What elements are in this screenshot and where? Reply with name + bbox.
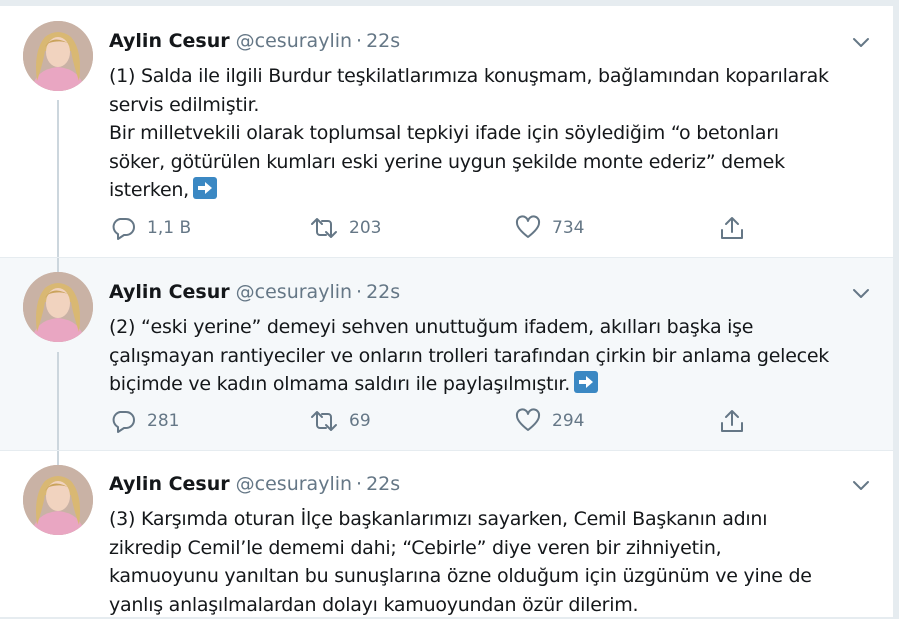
separator-dot: · [356,281,363,303]
tweet-text: (3) Karşımda oturan İlçe başkanlarımızı … [109,505,879,619]
like-count: 734 [552,218,585,238]
chevron-down-icon[interactable] [850,31,872,53]
tweet-text-line: (3) Karşımda oturan İlçe başkanlarımızı … [109,508,768,530]
reply-count: 281 [147,411,180,431]
timestamp[interactable]: 22s [366,473,400,495]
thread-connector [57,100,59,257]
author-name[interactable]: Aylin Cesur [109,30,230,52]
author-handle[interactable]: @cesuraylin [236,473,352,495]
share-button[interactable] [718,214,746,242]
thread-connector [57,451,59,465]
tweet-text-line: yanlış anlaşılmalardan dolayı kamuoyunda… [109,593,639,616]
right-arrow-emoji-icon [192,177,217,200]
tweet-thread: Aylin Cesur @cesuraylin · 22s (1) Salda il… [0,6,894,617]
tweet-text-line: Bir milletvekili olarak toplumsal tepkiy… [109,122,779,145]
tweet-actions: 1,1 B 203 734 [109,214,749,242]
tweet-text-line-last: biçimde ve kadın olmama saldırı ile payl… [109,370,879,399]
reply-count: 1,1 B [147,218,192,238]
reply-button[interactable]: 281 [109,407,179,435]
tweet-header: Aylin Cesur @cesuraylin · 22s [109,473,400,499]
heart-icon [515,215,541,238]
tweet-header: Aylin Cesur @cesuraylin · 22s [109,30,400,56]
tweet-actions: 281 69 294 [109,407,749,435]
author-name[interactable]: Aylin Cesur [109,281,230,303]
tweet-text-line: kamuoyunu yanıltan bu sunuşlarına özne o… [109,565,812,588]
thread-connector [57,352,59,450]
tweet-text: (2) “eski yerine” demeyi sehven unuttuğu… [109,313,879,399]
separator-dot: · [356,30,363,52]
tweet-text-line: (2) “eski yerine” demeyi sehven unuttuğu… [109,316,754,338]
share-icon [721,217,743,239]
tweet-1[interactable]: Aylin Cesur @cesuraylin · 22s (1) Salda il… [0,6,893,257]
retweet-icon [311,218,337,238]
retweet-button[interactable]: 203 [309,214,381,242]
avatar[interactable] [23,21,93,91]
reply-icon [112,218,135,240]
author-handle[interactable]: @cesuraylin [236,30,352,52]
tweet-header: Aylin Cesur @cesuraylin · 22s [109,281,400,307]
chevron-down-icon[interactable] [850,282,872,304]
retweet-count: 203 [349,218,382,238]
heart-icon [515,408,541,431]
thread-connector [57,258,59,272]
separator-dot: · [356,473,363,495]
author-name[interactable]: Aylin Cesur [109,473,230,495]
tweet-text-line: çalışmayan rantiyeciler ve onların troll… [109,344,830,367]
retweet-count: 69 [349,411,371,431]
timestamp[interactable]: 22s [366,281,400,303]
timestamp[interactable]: 22s [366,30,400,52]
tweet-3[interactable]: Aylin Cesur @cesuraylin · 22s (3) Karşımda… [0,451,893,617]
avatar[interactable] [23,465,93,535]
tweet-text-line: servis edilmiştir. [109,93,260,116]
avatar[interactable] [23,272,93,342]
tweet-text-line: biçimde ve kadın olmama saldırı ile payl… [109,373,570,396]
right-arrow-emoji-icon [574,371,598,394]
tweet-2[interactable]: Aylin Cesur @cesuraylin · 22s (2) “eski ye… [0,258,893,450]
author-handle[interactable]: @cesuraylin [236,281,352,303]
share-icon [721,410,743,432]
reply-icon [112,411,135,433]
retweet-icon [311,411,337,431]
reply-button[interactable]: 1,1 B [109,214,191,242]
tweet-text-line: (1) Salda ile ilgili Burdur teşkilatları… [109,65,829,87]
chevron-down-icon[interactable] [850,474,872,496]
like-button[interactable]: 734 [514,214,584,242]
tweet-text-line: zikredip Cemil’le dememi dahi; “Cebirle”… [109,536,722,559]
share-button[interactable] [718,407,746,435]
tweet-text-line-last: isterken, [109,176,879,205]
retweet-button[interactable]: 69 [309,407,371,435]
like-count: 294 [552,411,585,431]
tweet-text-line: isterken, [109,179,189,202]
tweet-text-line: söker, götürülen kumları eski yerine uyg… [109,150,785,173]
tweet-text: (1) Salda ile ilgili Burdur teşkilatları… [109,62,879,205]
like-button[interactable]: 294 [514,407,584,435]
